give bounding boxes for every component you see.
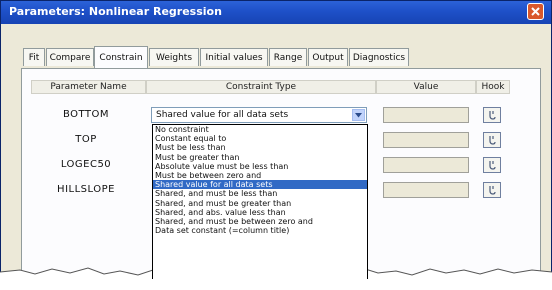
hook-button-hillslope[interactable] (483, 182, 501, 198)
dropdown-option[interactable]: Must be between zero and (153, 171, 367, 180)
hook-button-logec50[interactable] (483, 157, 501, 173)
dropdown-option[interactable]: Shared, and must be between zero and (153, 217, 367, 226)
constraint-type-options[interactable]: No constraint Constant equal to Must be le… (152, 124, 368, 279)
hook-button-bottom[interactable] (483, 107, 501, 123)
tab-initial-values[interactable]: Initial values (200, 48, 268, 66)
value-field-bottom[interactable] (383, 107, 469, 123)
column-header-constraint-type: Constraint Type (146, 80, 376, 94)
tab-range[interactable]: Range (269, 48, 307, 66)
close-icon (531, 7, 540, 16)
parameter-name-bottom: BOTTOM (62, 109, 110, 120)
title-bar[interactable]: Parameters: Nonlinear Regression (1, 1, 551, 24)
dropdown-option[interactable]: Shared value for all data sets (153, 180, 367, 190)
parameter-name-hillslope: HILLSLOPE (57, 184, 115, 195)
dropdown-option[interactable]: Constant equal to (153, 134, 367, 143)
hook-icon (489, 111, 496, 120)
column-header-parameter-name: Parameter Name (31, 80, 146, 94)
constraint-type-select[interactable]: Shared value for all data sets (151, 107, 367, 123)
close-button[interactable] (527, 3, 544, 20)
dropdown-option[interactable]: No constraint (153, 125, 367, 134)
window-title: Parameters: Nonlinear Regression (9, 5, 222, 18)
hook-icon (489, 161, 496, 170)
tab-constrain[interactable]: Constrain (94, 46, 148, 68)
dropdown-option[interactable]: Absolute value must be less than (153, 162, 367, 171)
tab-compare[interactable]: Compare (46, 48, 94, 66)
column-header-value: Value (376, 80, 476, 94)
dropdown-option[interactable]: Shared, and abs. value less than (153, 208, 367, 217)
dropdown-option[interactable]: Shared, and must be less than (153, 189, 367, 198)
dropdown-option[interactable]: Data set constant (=column title) (153, 226, 367, 235)
hook-icon (489, 186, 496, 195)
parameter-name-logec50: LOGEC50 (60, 159, 112, 170)
chevron-down-icon (355, 112, 362, 117)
value-field-top[interactable] (383, 132, 469, 148)
hook-button-top[interactable] (483, 132, 501, 148)
tab-diagnostics[interactable]: Diagnostics (349, 48, 409, 66)
hook-icon (489, 136, 496, 145)
parameters-dialog: Parameters: Nonlinear Regression Fit Com… (0, 0, 552, 280)
dropdown-button[interactable] (352, 109, 365, 121)
column-header-hook: Hook (476, 80, 510, 94)
dropdown-option[interactable]: Must be greater than (153, 153, 367, 162)
tab-output[interactable]: Output (308, 48, 348, 66)
tab-fit[interactable]: Fit (23, 48, 45, 66)
value-field-hillslope[interactable] (383, 182, 469, 198)
dropdown-option[interactable]: Shared, and must be greater than (153, 199, 367, 208)
parameter-name-top: TOP (75, 134, 97, 145)
value-field-logec50[interactable] (383, 157, 469, 173)
dropdown-option[interactable]: Must be less than (153, 143, 367, 152)
constraint-type-selected: Shared value for all data sets (156, 110, 289, 120)
tab-weights[interactable]: Weights (149, 48, 199, 66)
